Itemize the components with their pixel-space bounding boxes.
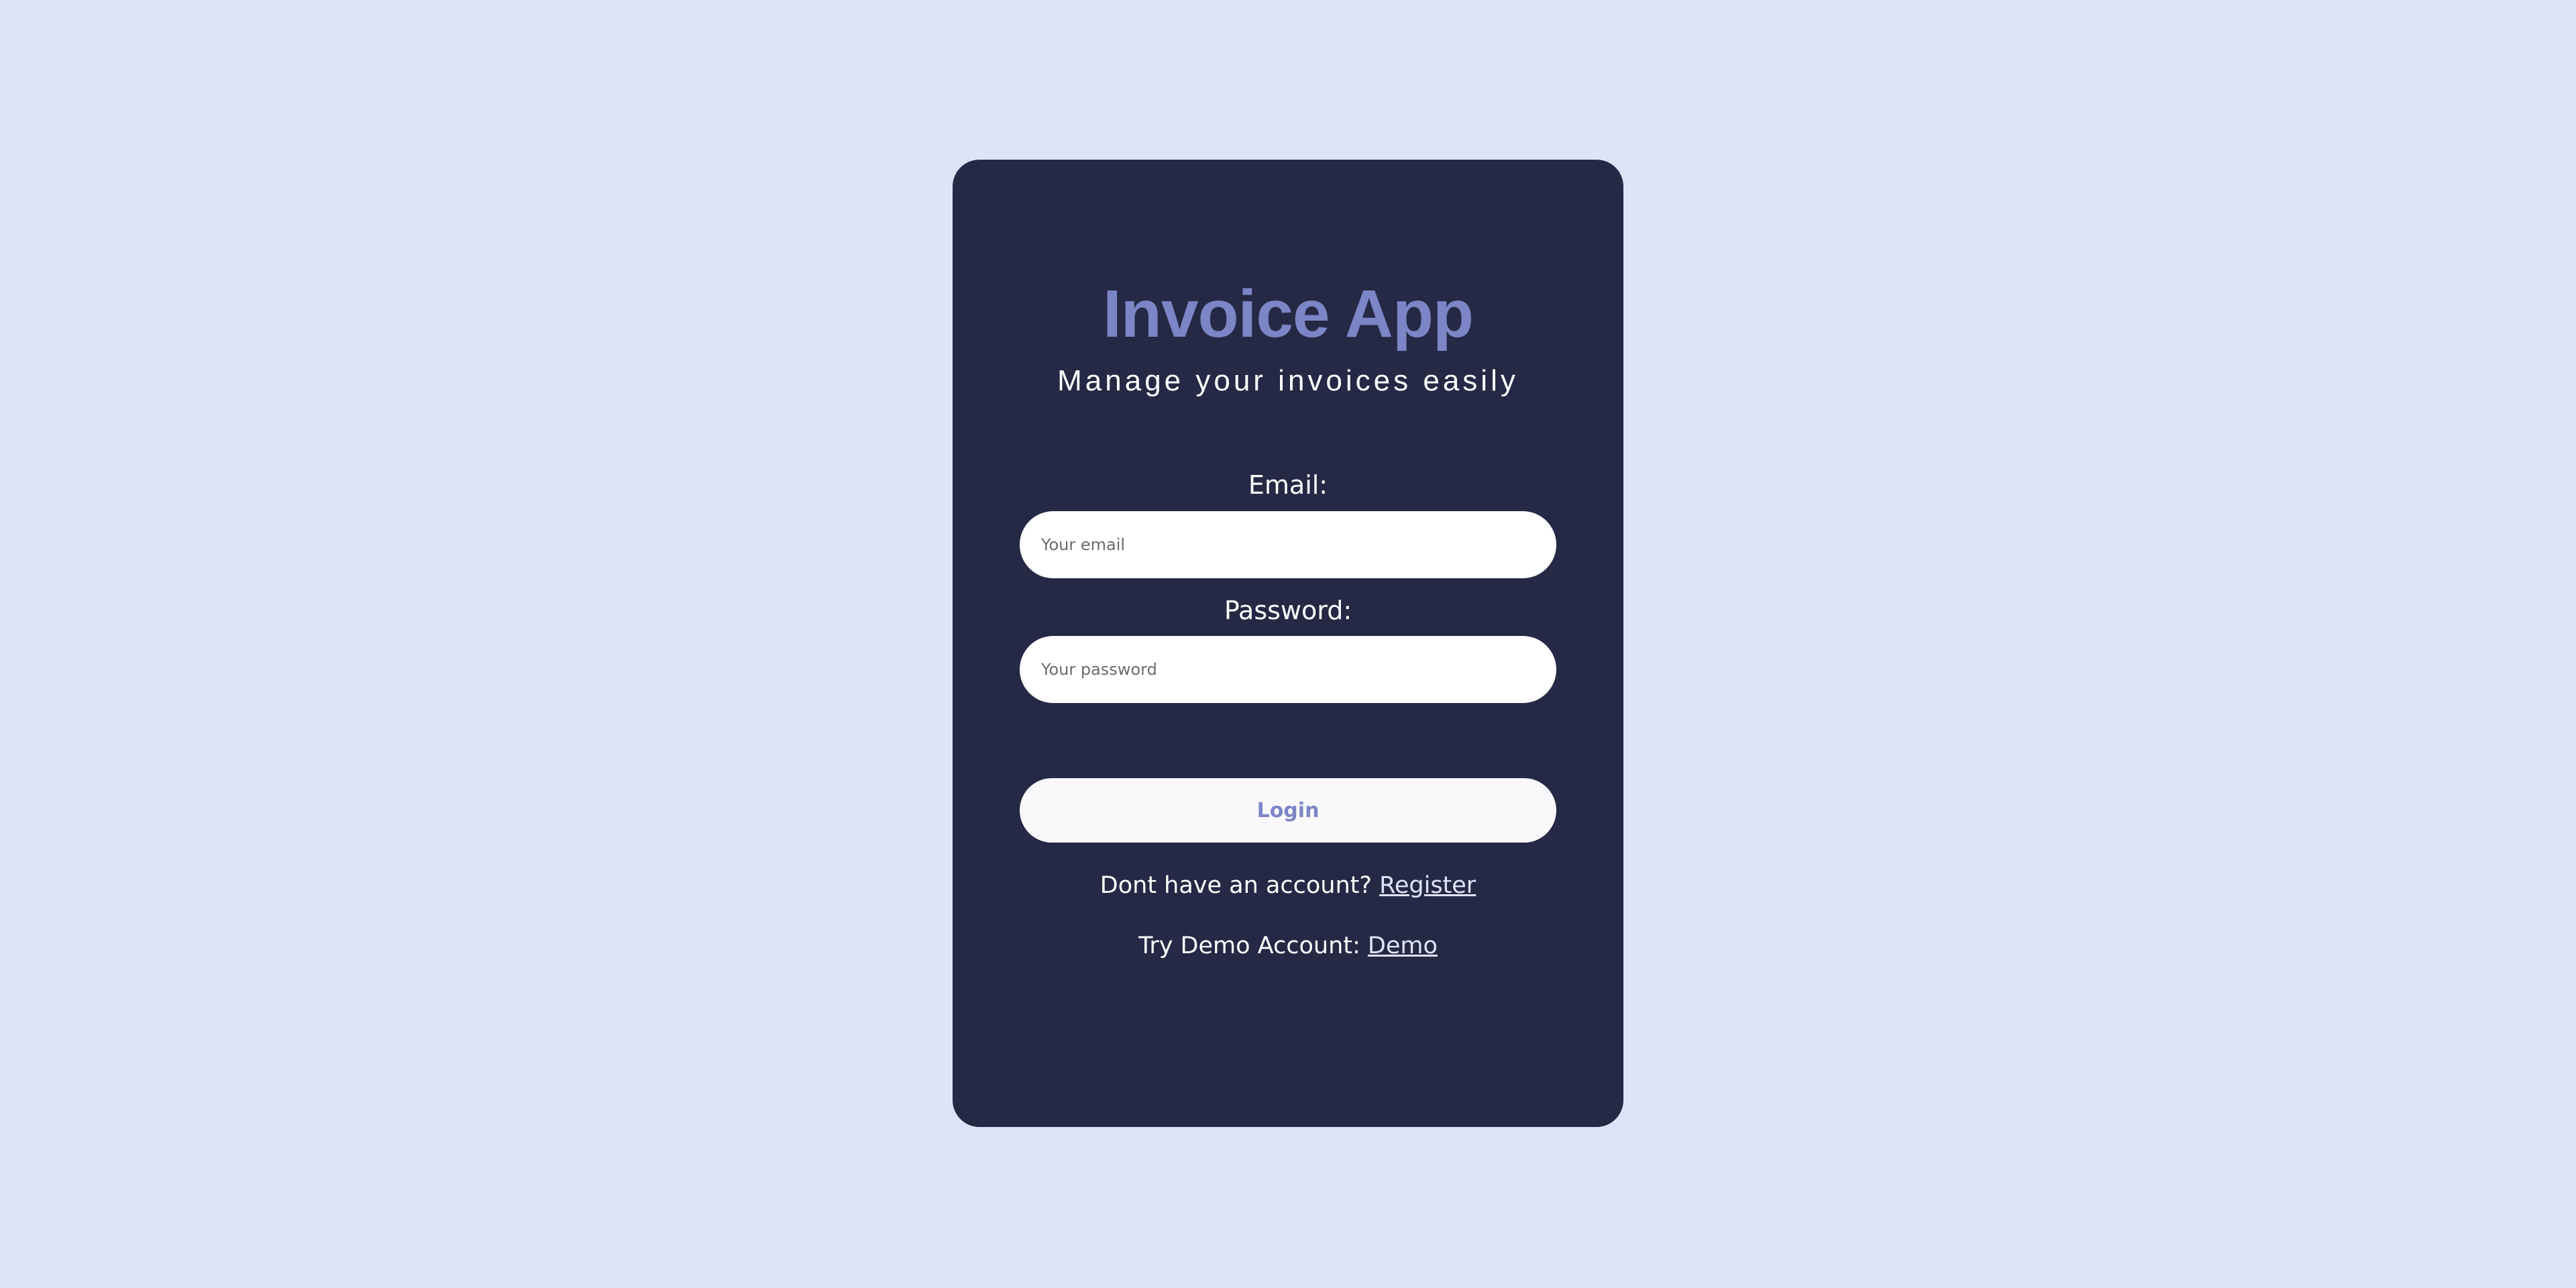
register-prompt: Dont have an account? [1099,872,1372,899]
register-link[interactable]: Register [1379,872,1476,899]
login-card: Invoice App Manage your invoices easily … [953,160,1623,1127]
app-title: Invoice App [1102,276,1474,352]
email-input[interactable] [1020,511,1556,578]
login-button[interactable]: Login [1020,778,1556,843]
demo-prompt: Try Demo Account: [1138,932,1360,959]
email-label: Email: [1248,470,1328,500]
demo-line: Try Demo Account: Demo [953,930,1623,962]
password-label: Password: [1224,596,1352,625]
password-input[interactable] [1020,636,1556,703]
app-subtitle: Manage your invoices easily [1057,364,1519,397]
demo-link[interactable]: Demo [1368,932,1438,959]
register-line: Dont have an account? Register [953,869,1623,902]
